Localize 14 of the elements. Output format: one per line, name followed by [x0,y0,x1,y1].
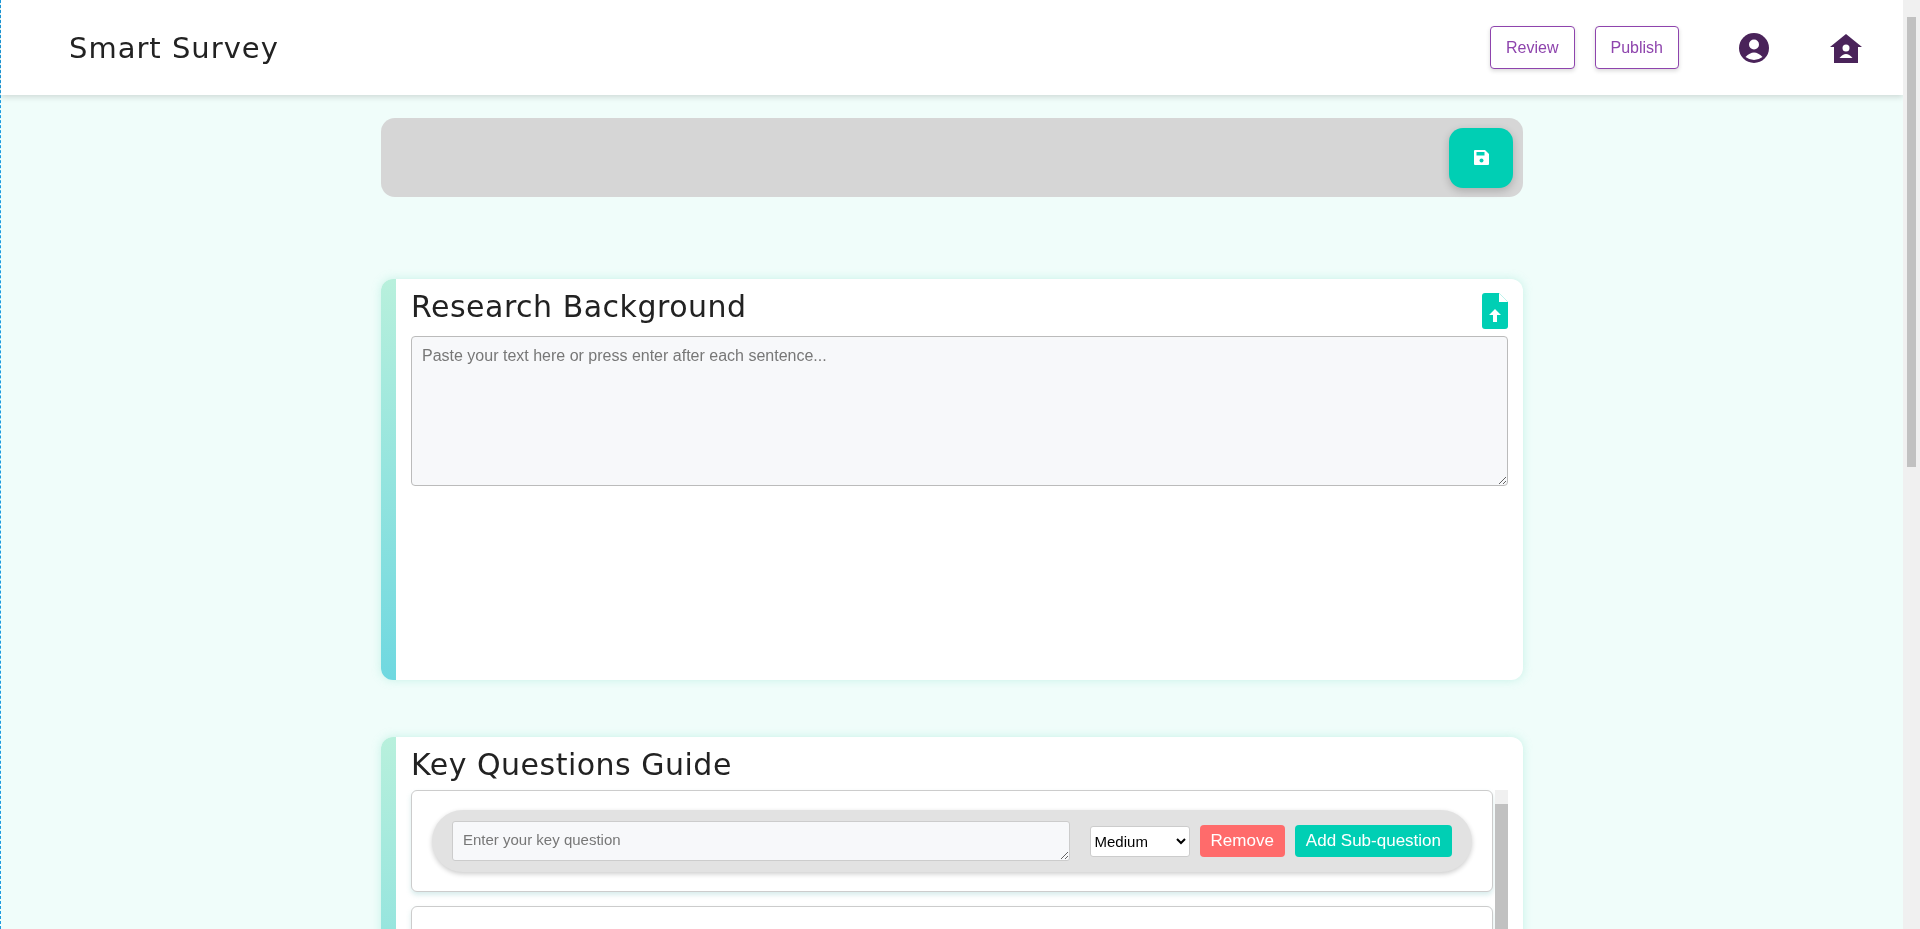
priority-select[interactable]: Medium [1089,825,1190,857]
profile-button[interactable] [1739,32,1769,63]
app-title: Smart Survey [69,30,280,65]
home-button[interactable] [1829,32,1863,63]
user-icon [1739,32,1769,63]
review-button[interactable]: Review [1490,26,1575,69]
home-icon [1829,32,1863,63]
save-button[interactable] [1449,127,1513,188]
section-title: Research Background [411,289,747,324]
question-input[interactable]: Enter your key question [452,821,1070,862]
text-area[interactable]: Paste your text here or press enter after each sentence... [411,336,1508,486]
file-upload-icon[interactable] [1482,293,1508,329]
section-title: Key Questions Guide [411,747,732,782]
publish-button[interactable]: Publish [1594,26,1679,69]
